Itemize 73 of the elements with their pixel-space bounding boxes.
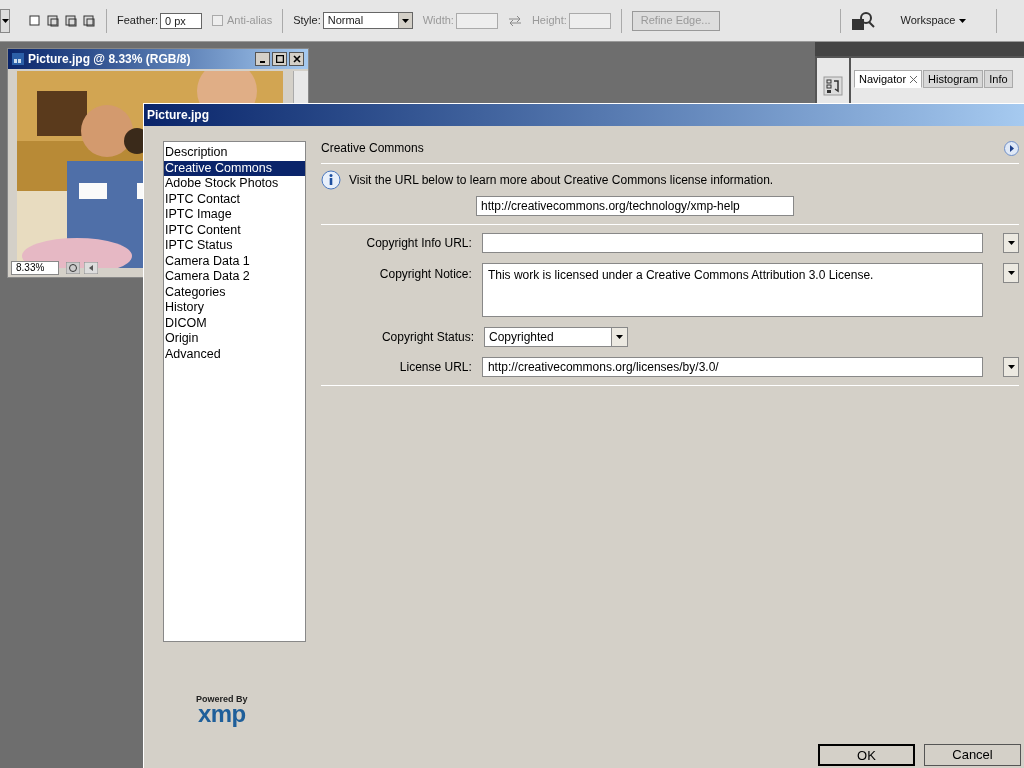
copyright-status-dropdown[interactable]: Copyrighted bbox=[484, 327, 628, 347]
powered-by-text: Powered By bbox=[196, 695, 248, 704]
caret-icon bbox=[1, 18, 9, 23]
panel-tab[interactable]: Histogram bbox=[923, 70, 984, 88]
style-dropdown[interactable]: Normal bbox=[322, 12, 413, 29]
maximize-icon bbox=[275, 55, 284, 63]
url-field[interactable]: http://creativecommons.org/licenses/by/3.0/ bbox=[481, 357, 983, 377]
selection-mode-icon[interactable] bbox=[46, 13, 60, 28]
style-label: Style: bbox=[293, 13, 321, 29]
height-label: Height: bbox=[531, 13, 567, 29]
field-label: License URL: bbox=[398, 359, 472, 376]
dialog-button[interactable]: OK bbox=[818, 744, 915, 766]
field-dropdown-button[interactable] bbox=[1003, 357, 1019, 377]
caret-icon bbox=[1007, 365, 1015, 369]
height-field[interactable] bbox=[568, 12, 611, 29]
field-dropdown-button[interactable] bbox=[1003, 233, 1019, 253]
status-menu-icon[interactable] bbox=[66, 262, 80, 274]
document-title: Picture.jpg @ 8.33% (RGB/8) bbox=[28, 51, 191, 68]
panel-tab[interactable]: Navigator bbox=[854, 70, 923, 88]
scroll-left-icon[interactable] bbox=[84, 262, 98, 274]
panel-tab[interactable]: Info bbox=[984, 70, 1013, 88]
flyout-menu-icon[interactable] bbox=[1004, 140, 1019, 156]
dialog-button[interactable]: Cancel bbox=[924, 744, 1021, 766]
category-item[interactable]: IPTC Image bbox=[164, 207, 305, 223]
caret-icon bbox=[1007, 241, 1015, 245]
selection-mode-icon[interactable] bbox=[64, 13, 78, 28]
dialog-title: Picture.jpg bbox=[147, 107, 209, 124]
category-item[interactable]: Categories bbox=[164, 284, 305, 300]
category-item[interactable]: Camera Data 2 bbox=[164, 269, 305, 285]
workspace-menu[interactable]: Workspace bbox=[900, 12, 967, 29]
caret-icon bbox=[1007, 271, 1015, 275]
category-item[interactable]: History bbox=[164, 300, 305, 316]
minimize-button[interactable] bbox=[255, 52, 270, 66]
info-icon bbox=[321, 170, 341, 190]
field-dropdown-button[interactable] bbox=[1003, 263, 1019, 283]
selection-mode-icon[interactable] bbox=[28, 13, 42, 28]
section-title: Creative Commons bbox=[321, 140, 424, 157]
caret-icon bbox=[616, 335, 623, 339]
url-field[interactable] bbox=[481, 233, 983, 253]
help-url-field[interactable]: http://creativecommons.org/technology/xmp-help bbox=[476, 196, 794, 216]
copyright-notice-field[interactable]: This work is licensed under a Creative Commons Attribution 3.0 License. bbox=[481, 263, 983, 317]
category-item[interactable]: Adobe Stock Photos bbox=[164, 176, 305, 192]
antialias-label: Anti-alias bbox=[226, 13, 273, 29]
zoom-field[interactable]: 8.33% bbox=[11, 261, 59, 275]
category-item[interactable]: Creative Commons bbox=[164, 160, 305, 176]
field-label: Copyright Notice: bbox=[378, 266, 472, 283]
photoshop-icon bbox=[12, 53, 24, 65]
caret-icon bbox=[401, 18, 409, 23]
category-item[interactable]: Advanced bbox=[164, 346, 305, 362]
caret-icon bbox=[959, 18, 967, 23]
category-item[interactable]: Origin bbox=[164, 331, 305, 347]
feather-label: Feather: bbox=[117, 13, 158, 29]
category-item[interactable]: IPTC Status bbox=[164, 238, 305, 254]
history-icon[interactable] bbox=[823, 76, 843, 96]
field-label: Copyright Status: bbox=[380, 329, 474, 346]
maximize-button[interactable] bbox=[272, 52, 287, 66]
width-label: Width: bbox=[422, 13, 454, 29]
selection-mode-icon[interactable] bbox=[82, 13, 96, 28]
category-item[interactable]: Description bbox=[164, 145, 305, 161]
field-label: Copyright Info URL: bbox=[365, 235, 472, 252]
width-field[interactable] bbox=[455, 12, 498, 29]
category-item[interactable]: IPTC Content bbox=[164, 222, 305, 238]
category-item[interactable]: IPTC Contact bbox=[164, 191, 305, 207]
swap-icon[interactable] bbox=[507, 15, 522, 26]
close-button[interactable] bbox=[289, 52, 304, 66]
feather-field[interactable]: 0 px bbox=[159, 12, 202, 29]
tool-preset-button[interactable] bbox=[0, 8, 10, 33]
bridge-icon[interactable] bbox=[850, 10, 875, 31]
close-icon bbox=[292, 55, 301, 63]
info-text: Visit the URL below to learn more about Creative Commons license information. bbox=[349, 172, 774, 189]
category-item[interactable]: Camera Data 1 bbox=[164, 253, 305, 269]
close-icon[interactable] bbox=[910, 75, 918, 83]
category-item[interactable]: DICOM bbox=[164, 315, 305, 331]
